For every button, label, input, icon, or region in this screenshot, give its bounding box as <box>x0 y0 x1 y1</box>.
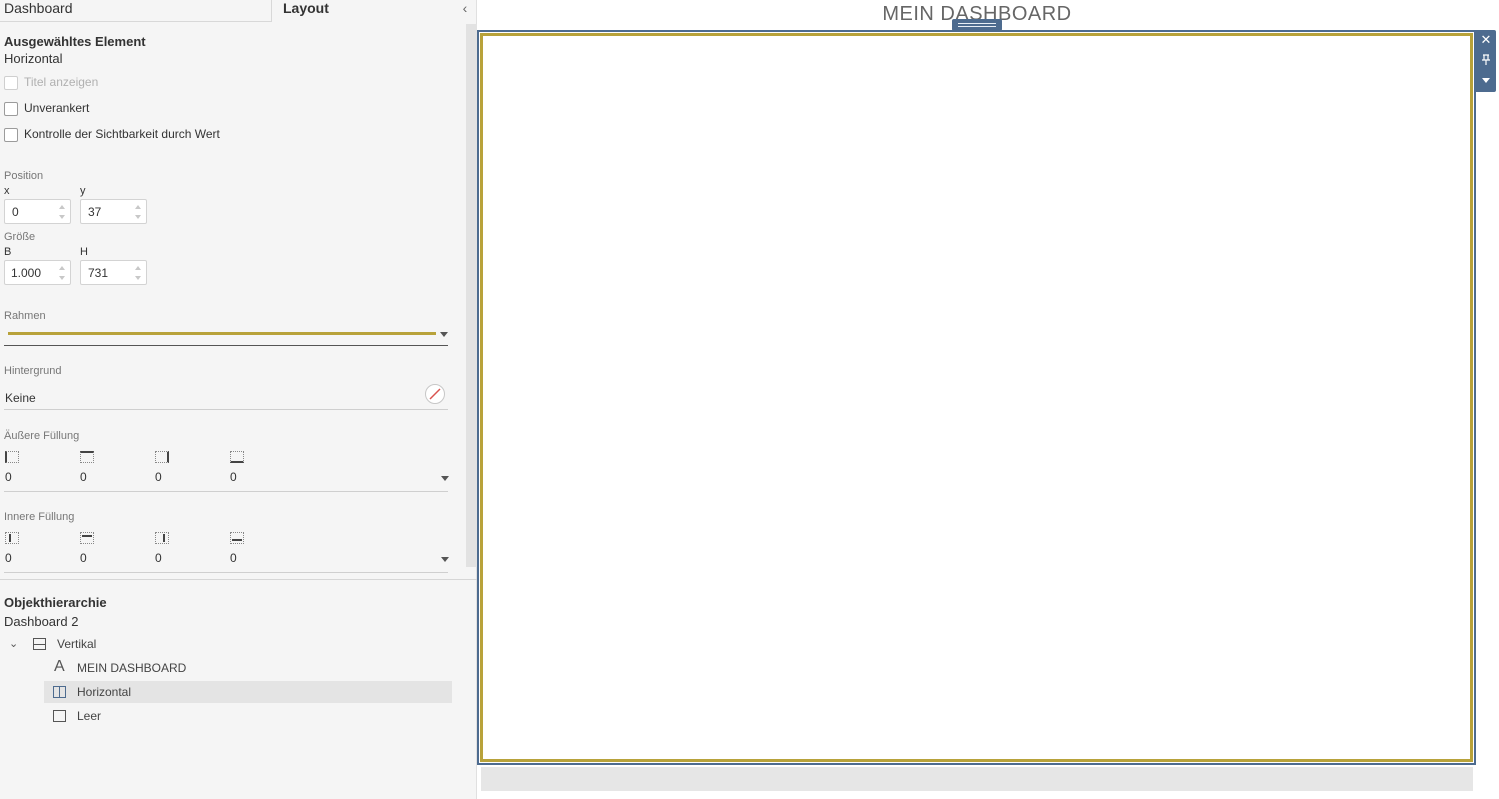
pane-tabs: Dashboard Layout ‹ <box>0 0 477 22</box>
dashboard-canvas: MEIN DASHBOARD ✕ <box>477 0 1499 799</box>
y-position-stepper[interactable]: 37 <box>80 199 147 224</box>
vertical-container-icon <box>33 638 46 650</box>
width-label: B <box>4 246 12 258</box>
inner-padding-top-icon <box>80 532 94 544</box>
x-decrement-icon[interactable] <box>59 215 65 219</box>
size-label: Größe <box>4 231 36 243</box>
outer-padding-underline <box>4 491 448 492</box>
background-label: Hintergrund <box>4 365 62 377</box>
tree-item-label: MEIN DASHBOARD <box>77 661 187 675</box>
border-underline <box>4 345 448 346</box>
position-label: Position <box>4 170 44 182</box>
text-icon: A <box>54 658 65 675</box>
horizontal-container-icon <box>53 686 66 698</box>
y-position-value: 37 <box>88 205 102 219</box>
width-decrement-icon[interactable] <box>59 276 65 280</box>
object-hierarchy-heading: Objekthierarchie <box>4 595 107 610</box>
height-decrement-icon[interactable] <box>135 276 141 280</box>
close-icon[interactable]: ✕ <box>1476 30 1496 50</box>
inner-padding-right-icon <box>155 532 169 544</box>
pin-icon[interactable] <box>1476 50 1496 70</box>
border-color-swatch <box>8 332 436 335</box>
inner-padding-underline <box>4 572 448 573</box>
outer-padding-left-icon <box>5 451 19 463</box>
x-increment-icon[interactable] <box>59 205 65 209</box>
container-toolbar: ✕ <box>1476 30 1496 92</box>
x-position-stepper[interactable]: 0 <box>4 199 71 224</box>
no-color-icon[interactable] <box>425 384 445 404</box>
width-value: 1.000 <box>11 266 42 280</box>
outer-padding-left-value: 0 <box>5 470 12 484</box>
inner-padding-left-icon <box>5 532 19 544</box>
height-value: 731 <box>88 266 109 280</box>
inner-padding-label: Innere Füllung <box>4 511 75 523</box>
width-increment-icon[interactable] <box>59 266 65 270</box>
visibility-control-checkbox[interactable]: Kontrolle der Sichtbarkeit durch Wert <box>4 127 264 143</box>
tree-item-blank[interactable]: Leer <box>4 705 452 727</box>
outer-padding-right-value: 0 <box>155 470 162 484</box>
container-border <box>480 33 1473 762</box>
floating-checkbox-box[interactable] <box>4 102 18 116</box>
visibility-control-checkbox-box[interactable] <box>4 128 18 142</box>
inner-padding-left-value: 0 <box>5 551 12 565</box>
blank-object[interactable] <box>481 767 1473 791</box>
outer-padding-top-icon <box>80 451 94 463</box>
floating-checkbox[interactable]: Unverankert <box>4 101 204 117</box>
inner-padding-right-value: 0 <box>155 551 162 565</box>
outer-padding-top-value: 0 <box>80 470 87 484</box>
outer-padding-bottom-value: 0 <box>230 470 237 484</box>
outer-padding-label: Äußere Füllung <box>4 430 80 442</box>
selected-element-name: Horizontal <box>4 51 63 66</box>
outer-padding-right-icon <box>155 451 169 463</box>
x-label: x <box>4 185 10 197</box>
tree-item-label: Vertikal <box>57 637 97 651</box>
tree-item-label: Horizontal <box>77 685 132 699</box>
border-style-dropdown[interactable] <box>4 324 448 346</box>
more-options-chevron-icon[interactable] <box>1476 70 1496 90</box>
outer-padding-bottom-icon <box>230 451 244 463</box>
inner-padding-bottom-value: 0 <box>230 551 237 565</box>
inner-padding-dropdown-chevron-icon[interactable] <box>441 557 449 562</box>
selected-element-heading: Ausgewähltes Element <box>4 34 146 49</box>
floating-label: Unverankert <box>24 101 90 115</box>
background-value: Keine <box>5 391 36 405</box>
height-label: H <box>80 246 88 258</box>
horizontal-container[interactable] <box>477 30 1476 765</box>
border-dropdown-chevron-icon[interactable] <box>440 332 448 337</box>
layout-pane: Dashboard Layout ‹ Ausgewähltes Element … <box>0 0 477 799</box>
collapse-pane-icon[interactable]: ‹ <box>459 0 471 16</box>
height-stepper[interactable]: 731 <box>80 260 147 285</box>
background-underline <box>4 409 448 410</box>
section-divider <box>0 579 477 580</box>
inner-padding-bottom-icon <box>230 532 244 544</box>
height-increment-icon[interactable] <box>135 266 141 270</box>
tab-layout[interactable]: Layout <box>272 0 477 22</box>
hierarchy-dashboard-name: Dashboard 2 <box>4 614 79 629</box>
pane-scrollbar[interactable] <box>466 24 477 567</box>
y-increment-icon[interactable] <box>135 205 141 209</box>
tree-item-vertical[interactable]: ⌄ Vertikal <box>4 633 452 655</box>
y-label: y <box>80 185 86 197</box>
visibility-control-label: Kontrolle der Sichtbarkeit durch Wert <box>24 127 220 141</box>
width-stepper[interactable]: 1.000 <box>4 260 71 285</box>
tree-item-title[interactable]: A MEIN DASHBOARD <box>4 657 452 679</box>
tree-item-horizontal[interactable]: Horizontal <box>44 681 452 703</box>
show-title-checkbox: Titel anzeigen <box>4 75 204 91</box>
blank-icon <box>53 710 66 722</box>
chevron-down-icon[interactable]: ⌄ <box>9 637 18 650</box>
show-title-checkbox-box <box>4 76 18 90</box>
tab-dashboard[interactable]: Dashboard <box>0 0 272 22</box>
x-position-value: 0 <box>12 205 19 219</box>
outer-padding-dropdown-chevron-icon[interactable] <box>441 476 449 481</box>
tree-item-label: Leer <box>77 709 102 723</box>
y-decrement-icon[interactable] <box>135 215 141 219</box>
show-title-label: Titel anzeigen <box>24 75 99 89</box>
border-label: Rahmen <box>4 310 46 322</box>
inner-padding-top-value: 0 <box>80 551 87 565</box>
